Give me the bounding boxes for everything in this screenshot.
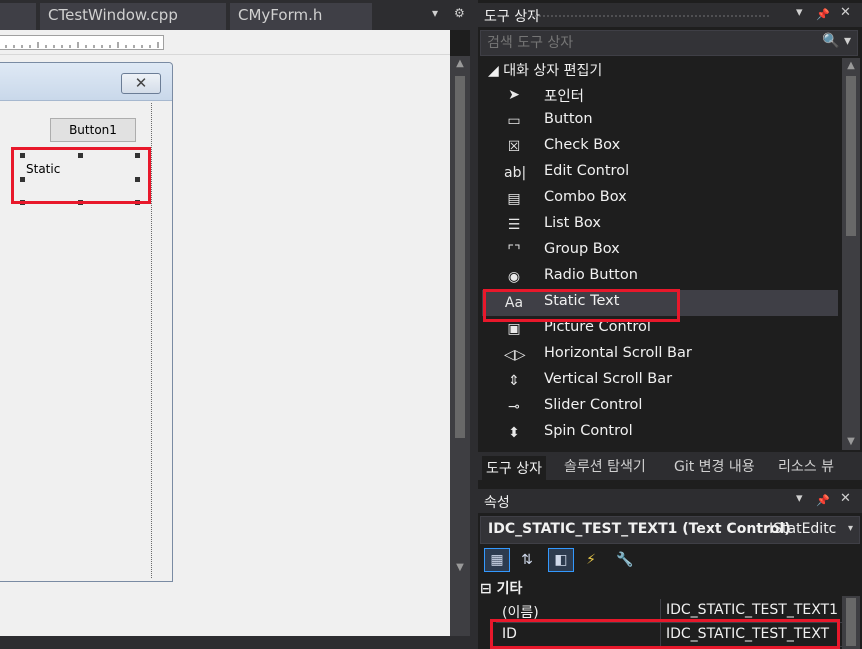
object-name: IDC_STATIC_TEST_TEXT1 (Text Control) (488, 521, 791, 537)
button-icon: ▭ (507, 113, 521, 129)
toolbox-group-header[interactable]: ◢ 대화 상자 편집기 (488, 60, 602, 80)
tab-cmyform-h[interactable]: CMyForm.h (230, 3, 372, 30)
toolbox-item[interactable]: ▭ Button (482, 108, 838, 134)
categorized-icon[interactable]: ▦ (484, 548, 510, 572)
chevron-down-icon[interactable]: ▾ (848, 523, 853, 534)
property-value[interactable]: IDC_STATIC_TEST_TEXT1 ( (666, 602, 838, 618)
dialog-designer[interactable]: ✕ Button1 Static (0, 30, 450, 649)
radio-button-icon: ◉ (507, 269, 521, 285)
titlebar-grip (530, 14, 770, 19)
pin-icon[interactable]: 📌 (816, 8, 830, 21)
scroll-down-arrow-icon[interactable]: ▼ (844, 436, 858, 447)
toolbox-item-label: Spin Control (544, 423, 633, 439)
toolbox-item[interactable]: ⌜⌝ Group Box (482, 238, 838, 264)
annotation-highlight-static (11, 147, 151, 204)
toolbox-item-label: List Box (544, 215, 601, 231)
toolbox-titlebar[interactable]: 도구 상자 ▾ 📌 ✕ (478, 3, 862, 27)
toolbox-item-label: 포인터 (544, 89, 585, 105)
close-icon[interactable]: ✕ (840, 5, 851, 20)
toolbox-item-label: Slider Control (544, 397, 643, 413)
property-pages-icon[interactable]: 🔧 (612, 548, 638, 572)
dialog-button1[interactable]: Button1 (50, 118, 136, 142)
toolbox-list: ◢ 대화 상자 편집기 ➤ 포인터 ▭ Button ☒ Check Box ab| Edit… (478, 58, 840, 450)
toolbox-item[interactable]: ☰ List Box (482, 212, 838, 238)
settings-icon[interactable]: ⚙ (454, 6, 465, 20)
scroll-down-arrow-icon[interactable]: ▼ (453, 562, 467, 573)
search-icon[interactable]: 🔍 ▾ (822, 33, 851, 49)
tab-list-dropdown-icon[interactable]: ▾ (432, 6, 438, 20)
toolbox-item[interactable]: ➤ 포인터 (482, 82, 838, 108)
toolbox-item[interactable]: ab| Edit Control (482, 160, 838, 186)
ruler-ticks (5, 42, 159, 48)
spin-control-icon: ⬍ (508, 425, 520, 441)
scroll-up-arrow-icon[interactable]: ▲ (844, 60, 858, 71)
pin-icon[interactable]: 📌 (816, 494, 830, 507)
panel-splitter[interactable] (470, 0, 478, 649)
dialog-close-button[interactable]: ✕ (121, 73, 161, 94)
tab-ctestwindow-cpp[interactable]: CTestWindow.cpp (40, 3, 226, 30)
toolbox-dropdown-icon[interactable]: ▾ (796, 5, 803, 20)
properties-toolbar: ▦ ⇅ ◧ ⚡ 🔧 (480, 546, 860, 574)
toolbox-item-label: Group Box (544, 241, 620, 257)
events-icon[interactable]: ⚡ (578, 548, 604, 572)
picture-control-icon: ▣ (507, 321, 521, 337)
checkbox-icon: ☒ (507, 139, 521, 155)
editor-statusstrip (0, 636, 470, 649)
scrollbar-thumb[interactable] (846, 598, 856, 646)
editor-vertical-scrollbar[interactable]: ▲ ▼ (450, 56, 470, 636)
toolbox-item-label: Vertical Scroll Bar (544, 371, 673, 387)
combo-box-icon: ▤ (507, 191, 521, 207)
properties-vertical-scrollbar[interactable] (842, 596, 860, 649)
toolbox-item[interactable]: ⊸ Slider Control (482, 394, 838, 420)
document-tabbar: CTestWindow.cpp CMyForm.h ▾ ⚙ (0, 0, 472, 30)
list-box-icon: ☰ (507, 217, 521, 233)
toolbox-item[interactable]: ▤ Combo Box (482, 186, 838, 212)
toolbox-item-label: Button (544, 111, 593, 127)
dialog-preview[interactable]: ✕ Button1 Static (0, 62, 173, 582)
alphabetical-icon[interactable]: ⇅ (514, 548, 540, 572)
group-box-icon: ⌜⌝ (507, 243, 521, 259)
toolbox-item[interactable]: ☒ Check Box (482, 134, 838, 160)
close-icon[interactable]: ✕ (840, 491, 851, 506)
annotation-highlight-id-row (490, 619, 840, 649)
tab-hidden[interactable] (0, 3, 36, 30)
toolbox-vertical-scrollbar[interactable]: ▲ ▼ (842, 58, 860, 450)
scrollbar-thumb[interactable] (846, 76, 856, 236)
toolbox-item-label: Radio Button (544, 267, 638, 283)
toolbox-item-label: Combo Box (544, 189, 627, 205)
vertical-scrollbar-icon: ⇕ (508, 373, 520, 389)
dialog-margin-guide (151, 103, 152, 578)
dialog-titlebar[interactable]: ✕ (0, 63, 172, 101)
toolbox-item[interactable]: ⬍ Spin Control (482, 420, 838, 446)
horizontal-scrollbar-icon: ◁▷ (504, 347, 526, 363)
property-object-selector[interactable]: IDC_STATIC_TEST_TEXT1 (Text Control) ISt… (480, 516, 860, 544)
toolbox-search-input[interactable] (487, 33, 807, 53)
tab-git-changes[interactable]: Git 변경 내용 (670, 456, 759, 480)
toolbox-search[interactable]: 🔍 ▾ (480, 30, 858, 56)
properties-dropdown-icon[interactable]: ▾ (796, 491, 803, 506)
toolbox-item[interactable]: ⇕ Vertical Scroll Bar (482, 368, 838, 394)
pointer-icon: ➤ (508, 87, 520, 103)
tab-resource-view[interactable]: 리소스 뷰 (774, 456, 838, 480)
toolbox-item-label: Edit Control (544, 163, 630, 179)
tab-solution-explorer[interactable]: 솔루션 탐색기 (560, 456, 650, 480)
toolbox-item-label: Horizontal Scroll Bar (544, 345, 692, 361)
properties-titlebar[interactable]: 속성 ▾ 📌 ✕ (478, 489, 862, 513)
properties-page-icon[interactable]: ◧ (548, 548, 574, 572)
property-category-misc[interactable]: ⊟ 기타 (480, 578, 522, 598)
toolbox-item-label: Check Box (544, 137, 621, 153)
annotation-highlight-static-text (483, 289, 680, 322)
edit-control-icon: ab| (504, 165, 527, 181)
scrollbar-thumb[interactable] (455, 76, 465, 438)
properties-title: 속성 (484, 495, 510, 511)
tab-toolbox[interactable]: 도구 상자 (482, 456, 546, 480)
toolwindow-tabs: 도구 상자 솔루션 탐색기 Git 변경 내용 리소스 뷰 (478, 452, 862, 480)
ruler (0, 35, 164, 50)
slider-control-icon: ⊸ (508, 399, 520, 415)
scroll-up-arrow-icon[interactable]: ▲ (453, 58, 467, 69)
toolbox-item[interactable]: ◁▷ Horizontal Scroll Bar (482, 342, 838, 368)
object-type: IStatEditc (769, 521, 837, 537)
toolbox-item[interactable]: ◉ Radio Button (482, 264, 838, 290)
